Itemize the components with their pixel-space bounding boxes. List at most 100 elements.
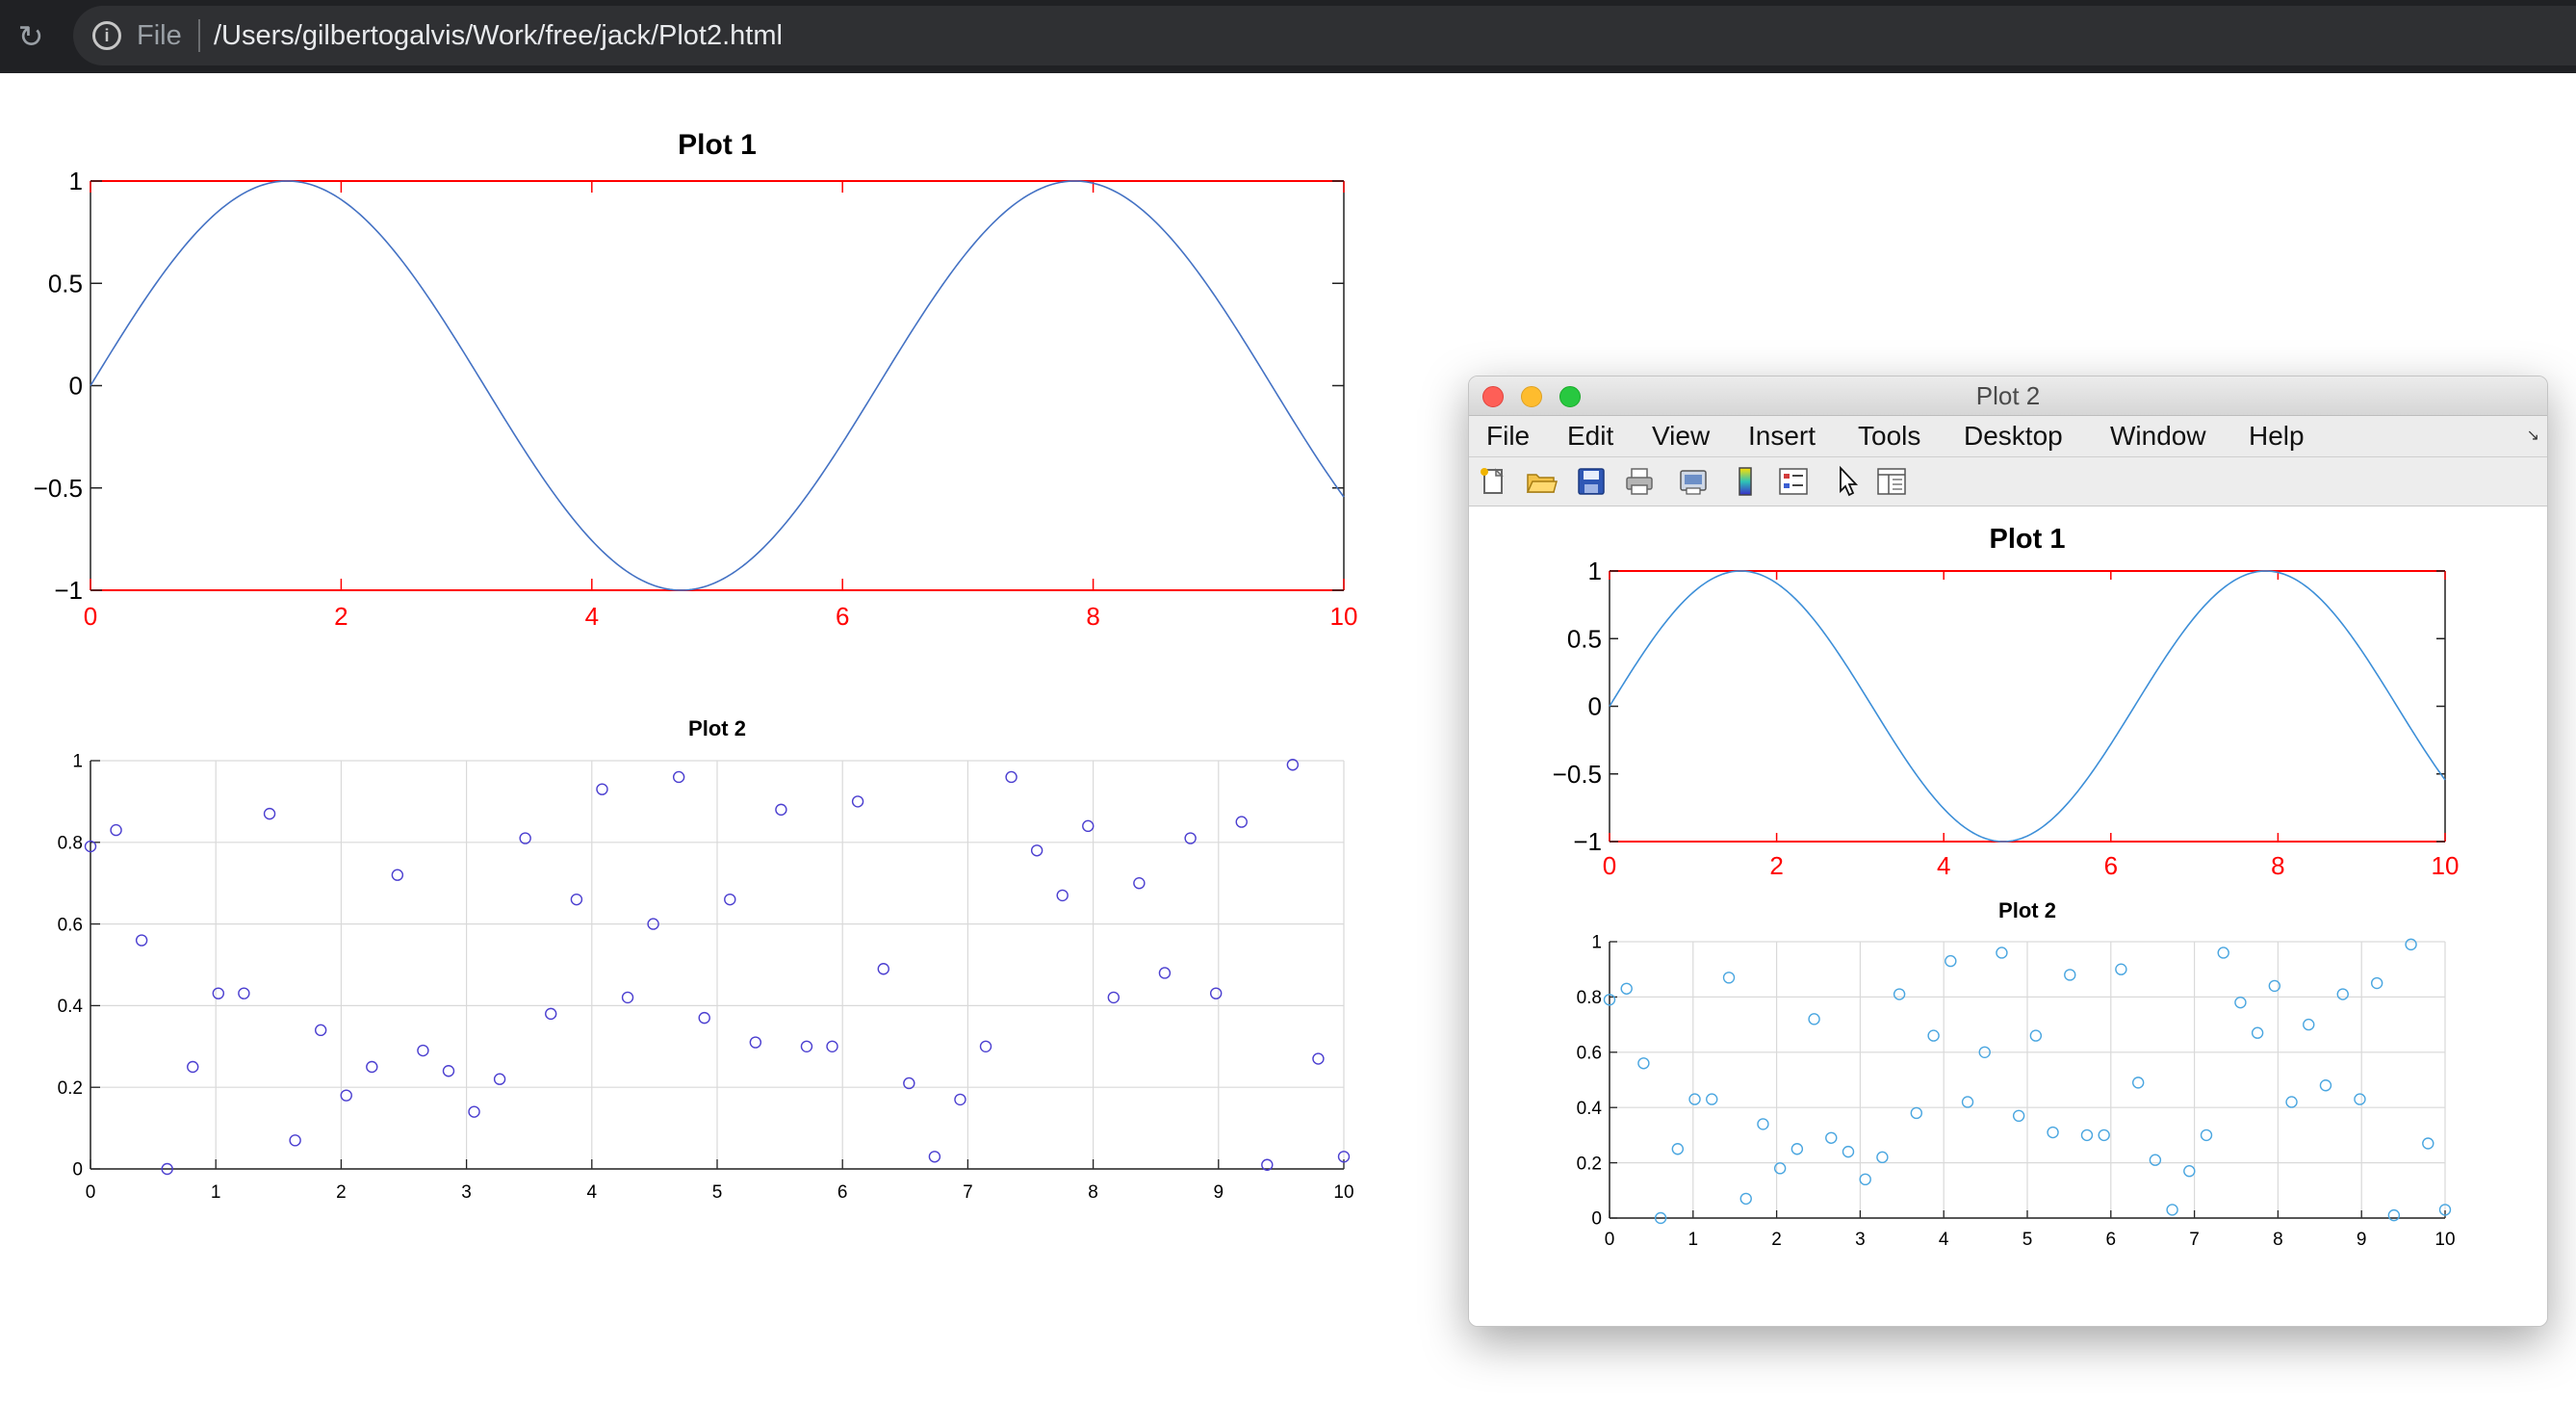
- scatter-point: [1133, 876, 1146, 890]
- scatter-point: [187, 1060, 199, 1074]
- colorbar-icon[interactable]: [1729, 465, 1762, 498]
- scatter-point: [979, 1040, 992, 1052]
- y-tick-label: 0: [1588, 692, 1602, 721]
- scatter-point: [1739, 1192, 1752, 1206]
- x-tick-label: 4: [1939, 1230, 1949, 1250]
- x-tick-label: 4: [587, 1182, 598, 1203]
- scatter-point: [2149, 1154, 2162, 1166]
- scatter-point: [442, 1065, 455, 1077]
- print-icon[interactable]: [1623, 465, 1656, 498]
- scatter-point: [1688, 1093, 1701, 1105]
- scatter-point: [1056, 889, 1069, 902]
- scatter-point: [2319, 1079, 2332, 1092]
- save-icon[interactable]: [1575, 465, 1608, 498]
- scatter-point: [289, 1134, 301, 1147]
- x-tick-label: 10: [2434, 1230, 2455, 1250]
- scatter-point: [1842, 1145, 1855, 1158]
- menu-edit[interactable]: Edit: [1567, 416, 1613, 456]
- x-tick-label: 4: [1937, 851, 1950, 880]
- plot-title: Plot 1: [678, 129, 757, 161]
- info-icon[interactable]: i: [92, 21, 121, 50]
- scatter-point: [2251, 1026, 2264, 1039]
- scatter-point: [468, 1105, 480, 1118]
- scatter-point: [928, 1151, 941, 1163]
- menu-insert[interactable]: Insert: [1748, 416, 1816, 456]
- scatter-point: [2166, 1204, 2178, 1216]
- window-titlebar[interactable]: Plot 2: [1469, 376, 2547, 416]
- x-tick-label: 5: [2022, 1230, 2033, 1250]
- plot-title: Plot 2: [1998, 898, 2056, 922]
- scatter-point: [1620, 982, 1633, 995]
- y-tick-label: 0: [1591, 1209, 1602, 1230]
- scatter-point: [2047, 1126, 2059, 1139]
- scatter-point: [621, 991, 634, 1004]
- scatter-point: [2336, 988, 2349, 1000]
- y-tick-label: 0.4: [1577, 1099, 1603, 1119]
- legend-icon[interactable]: [1777, 465, 1810, 498]
- pointer-icon[interactable]: [1831, 465, 1864, 498]
- print-preview-icon[interactable]: [1677, 465, 1710, 498]
- menu-window[interactable]: Window: [2110, 416, 2206, 456]
- scatter-point: [2080, 1129, 2094, 1142]
- address-bar[interactable]: i File /Users/gilbertogalvis/Work/free/j…: [73, 6, 2576, 65]
- page-plot-2: Plot 2 0 1 2 3 4 5 6 7 8 9 10 0 0.2 0.4 0.6 0.8 1: [58, 716, 1354, 1203]
- menu-help[interactable]: Help: [2249, 416, 2305, 456]
- x-tick-label: 10: [1330, 602, 1358, 631]
- x-tick-label: 4: [585, 602, 599, 631]
- x-tick-label: 0: [86, 1182, 96, 1203]
- scatter-point: [2064, 969, 2076, 981]
- scatter-point: [238, 987, 250, 999]
- scatter-point: [1825, 1131, 1838, 1144]
- scatter-point: [2217, 947, 2229, 959]
- x-tick-label: 7: [963, 1182, 973, 1203]
- figure-toolbar: [1469, 457, 2547, 506]
- sine-series-line: [90, 180, 1345, 591]
- x-tick-label: 3: [1855, 1230, 1866, 1250]
- y-tick-label: −1: [54, 576, 83, 605]
- y-tick-label: 0.8: [1577, 988, 1602, 1008]
- x-tick-label: 2: [336, 1182, 347, 1203]
- scatter-point: [2131, 1077, 2145, 1089]
- y-tick-label: 0.8: [58, 833, 83, 853]
- scatter-point: [391, 869, 404, 881]
- scatter-point: [212, 987, 225, 999]
- menu-view[interactable]: View: [1652, 416, 1710, 456]
- scatter-point: [1722, 972, 1736, 984]
- scatter-point: [2303, 1018, 2315, 1031]
- scatter-point: [2115, 963, 2127, 975]
- scatter-point: [2405, 938, 2417, 951]
- x-tick-label: 9: [1214, 1182, 1224, 1203]
- scatter-point: [800, 1040, 813, 1052]
- scatter-point: [672, 770, 685, 784]
- scatter-point: [1996, 947, 2008, 959]
- refresh-icon[interactable]: ↻: [13, 19, 48, 54]
- browser-toolbar: ↻ i File /Users/gilbertogalvis/Work/free…: [0, 0, 2576, 73]
- menu-file[interactable]: File: [1486, 416, 1530, 456]
- scatter-point: [1927, 1029, 1940, 1042]
- menu-desktop[interactable]: Desktop: [1964, 416, 2063, 456]
- x-tick-label: 8: [1086, 602, 1099, 631]
- scatter-point: [2370, 976, 2383, 990]
- address-separator: [198, 19, 200, 52]
- scatter-point: [1859, 1173, 1871, 1186]
- open-file-icon[interactable]: [1525, 465, 1558, 498]
- x-tick-label: 1: [211, 1182, 221, 1203]
- property-editor-icon[interactable]: [1875, 465, 1908, 498]
- x-tick-label: 10: [2432, 851, 2460, 880]
- x-tick-label: 9: [2357, 1230, 2367, 1250]
- scatter-point: [1876, 1151, 1889, 1164]
- undock-icon[interactable]: ↘: [2527, 426, 2539, 445]
- menu-tools[interactable]: Tools: [1858, 416, 1920, 456]
- scatter-point: [954, 1093, 966, 1106]
- scatter-point: [1637, 1057, 1650, 1070]
- scatter-point: [851, 795, 864, 808]
- x-tick-label: 0: [1605, 1230, 1615, 1250]
- y-tick-label: 0: [72, 1160, 83, 1181]
- x-tick-label: 0: [1603, 851, 1616, 880]
- url-text[interactable]: /Users/gilbertogalvis/Work/free/jack/Plo…: [214, 19, 783, 52]
- new-figure-icon[interactable]: [1477, 465, 1509, 498]
- scatter-point: [2354, 1093, 2366, 1105]
- x-tick-label: 2: [334, 602, 348, 631]
- scatter-point: [340, 1089, 352, 1102]
- scatter-point: [2200, 1129, 2213, 1142]
